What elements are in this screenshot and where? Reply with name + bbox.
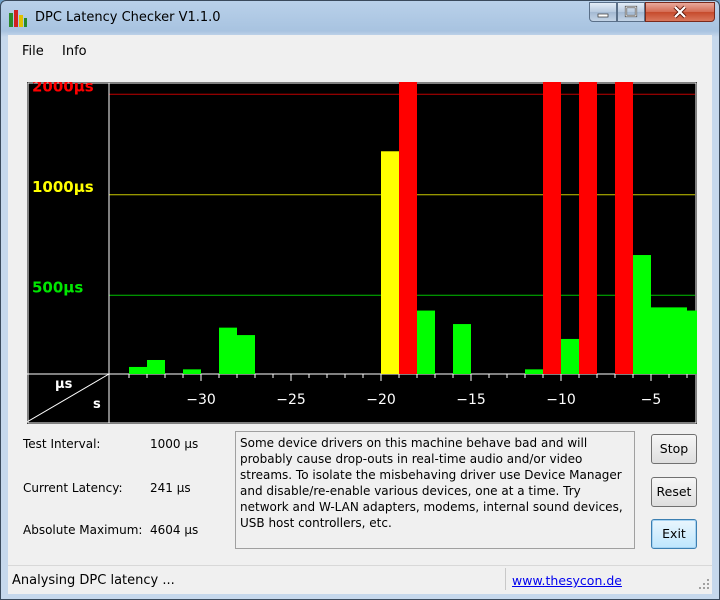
y-tick-label: 2000µs <box>32 82 94 95</box>
latency-graph: 500µs1000µs2000µs4000µs8000µs16000µsµss−… <box>27 82 697 424</box>
close-button[interactable] <box>645 2 715 22</box>
title-bar[interactable]: DPC Latency Checker V1.1.0 <box>1 1 719 35</box>
reset-button[interactable]: Reset <box>651 477 697 507</box>
status-separator <box>505 568 506 590</box>
latency-bar <box>237 335 255 374</box>
current-latency-label: Current Latency: <box>23 481 123 495</box>
current-latency-value: 241 µs <box>150 481 191 495</box>
minimize-button[interactable] <box>589 2 617 22</box>
latency-bar <box>381 151 399 374</box>
message-box: Some device drivers on this machine beha… <box>235 431 635 549</box>
latency-bar <box>219 327 237 374</box>
window-title: DPC Latency Checker V1.1.0 <box>35 10 221 25</box>
x-axis-unit-label: s <box>93 397 101 412</box>
maximize-button[interactable] <box>617 2 645 22</box>
x-tick-label: −20 <box>366 392 396 408</box>
menu-file[interactable]: File <box>22 44 44 59</box>
latency-bar <box>525 369 543 374</box>
test-interval-value: 1000 µs <box>150 437 199 451</box>
x-tick-label: −10 <box>546 392 576 408</box>
client-area: File Info 500µs1000µs2000µs4000µs8000µs1… <box>8 35 712 594</box>
absolute-maximum-value: 4604 µs <box>150 523 199 537</box>
y-tick-label: 500µs <box>32 278 83 296</box>
y-axis-unit-label: µs <box>55 377 73 392</box>
latency-bar <box>399 82 417 374</box>
status-text: Analysing DPC latency ... <box>12 573 175 588</box>
latency-bar <box>633 255 651 374</box>
test-interval-label: Test Interval: <box>23 437 101 451</box>
app-icon <box>9 10 27 27</box>
latency-bar <box>579 82 597 375</box>
latency-bar <box>687 310 697 374</box>
status-bar: Analysing DPC latency ... www.thesycon.d… <box>8 565 712 594</box>
x-tick-label: −15 <box>456 392 486 408</box>
menu-bar: File Info <box>8 35 712 67</box>
app-window: DPC Latency Checker V1.1.0 File Info 500… <box>0 0 720 600</box>
website-link[interactable]: www.thesycon.de <box>512 573 622 588</box>
x-tick-label: −5 <box>641 392 662 408</box>
latency-bar <box>417 310 435 374</box>
latency-bar <box>669 307 687 374</box>
latency-bar <box>147 359 165 374</box>
latency-bar <box>129 366 147 374</box>
exit-button[interactable]: Exit <box>651 519 697 549</box>
menu-info[interactable]: Info <box>62 44 87 59</box>
latency-bar <box>543 82 561 375</box>
latency-bar <box>453 324 471 374</box>
absolute-maximum-label: Absolute Maximum: <box>23 523 143 537</box>
x-tick-label: −30 <box>186 392 216 408</box>
x-tick-label: −25 <box>276 392 306 408</box>
latency-bar <box>615 82 633 374</box>
stop-button[interactable]: Stop <box>651 434 697 464</box>
latency-bar <box>561 338 579 374</box>
maximize-icon <box>624 5 638 18</box>
y-tick-label: 1000µs <box>32 178 94 196</box>
latency-bar <box>651 307 669 374</box>
resize-grip-icon[interactable] <box>698 578 710 590</box>
close-icon <box>673 5 687 19</box>
latency-bar <box>183 369 201 374</box>
minimize-icon <box>597 13 609 18</box>
